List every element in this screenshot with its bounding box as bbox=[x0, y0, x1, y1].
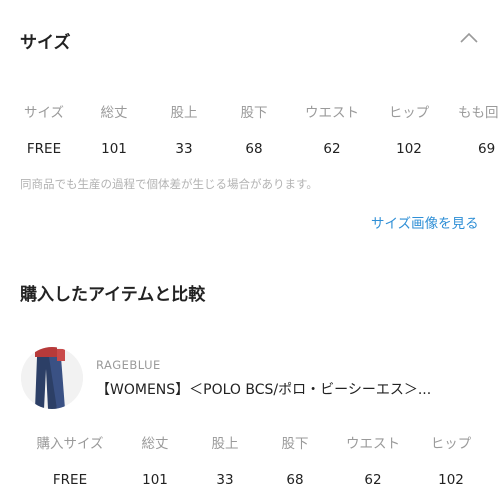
hip-header: ヒップ bbox=[430, 436, 472, 452]
purchased-size-value: FREE bbox=[52, 472, 88, 488]
view-size-image-link[interactable]: サイズ画像を見る bbox=[371, 212, 479, 232]
rise-header: 股上 bbox=[211, 436, 239, 452]
inseam-value: 68 bbox=[286, 472, 304, 488]
hip-value: 102 bbox=[396, 141, 422, 157]
size-header: サイズ bbox=[23, 105, 65, 121]
waist-header: ウエスト bbox=[305, 105, 359, 121]
compare-section-title: 購入したアイテムと比較 bbox=[20, 285, 206, 305]
brand-name: RAGEBLUE bbox=[96, 358, 161, 372]
purchased-size-header: 購入サイズ bbox=[36, 436, 104, 452]
length-value: 101 bbox=[142, 472, 168, 488]
waist-value: 62 bbox=[323, 141, 341, 157]
length-header: 総丈 bbox=[141, 436, 169, 452]
waist-value: 62 bbox=[364, 472, 382, 488]
hip-value: 102 bbox=[438, 472, 464, 488]
waist-header: ウエスト bbox=[346, 436, 400, 452]
size-variance-note: 同商品でも生産の過程で個体差が生じる場合があります。 bbox=[20, 177, 318, 191]
inseam-value: 68 bbox=[245, 141, 263, 157]
chevron-up-icon[interactable] bbox=[458, 30, 480, 46]
product-image bbox=[21, 347, 83, 409]
length-header: 総丈 bbox=[100, 105, 128, 121]
size-section-title: サイズ bbox=[20, 33, 71, 53]
rise-value: 33 bbox=[175, 141, 193, 157]
size-value: FREE bbox=[26, 141, 62, 157]
thigh-value: 69 bbox=[478, 141, 496, 157]
thigh-header: もも回 bbox=[458, 105, 498, 121]
product-thumbnail[interactable] bbox=[21, 347, 83, 409]
inseam-header: 股下 bbox=[240, 105, 268, 121]
rise-header: 股上 bbox=[170, 105, 198, 121]
length-value: 101 bbox=[101, 141, 127, 157]
product-name[interactable]: 【WOMENS】＜POLO BCS/ポロ・ビーシーエス＞... bbox=[96, 379, 431, 399]
hip-header: ヒップ bbox=[388, 105, 430, 121]
inseam-header: 股下 bbox=[281, 436, 309, 452]
rise-value: 33 bbox=[216, 472, 234, 488]
